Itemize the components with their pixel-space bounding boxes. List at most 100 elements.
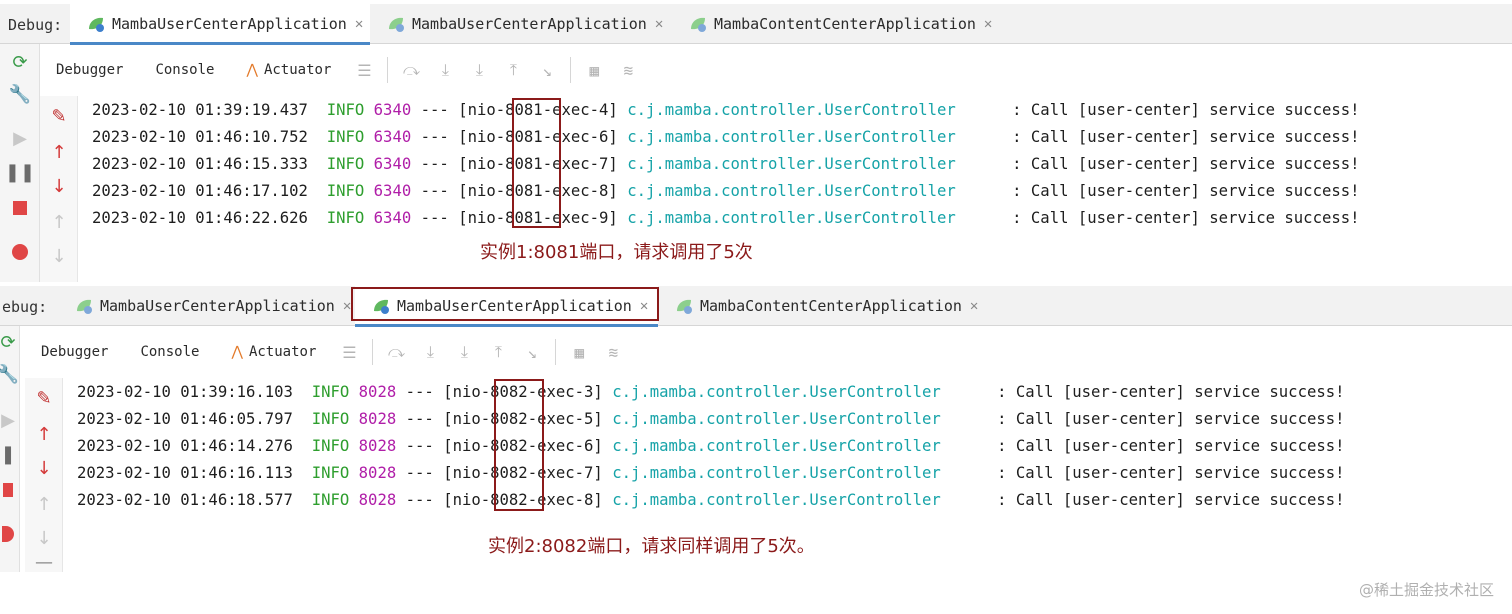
divider <box>372 339 374 365</box>
tab-user-center-1[interactable]: MambaUserCenterApplication ✕ <box>58 286 354 326</box>
rerun-icon[interactable]: ⟳ <box>8 50 32 74</box>
divider <box>387 57 389 83</box>
evaluate-icon[interactable]: ▦ <box>577 61 611 80</box>
run-to-cursor-icon[interactable]: ↘ <box>530 61 564 80</box>
log-line: 2023-02-10 01:46:16.113 INFO 8028 --- [n… <box>77 461 1345 485</box>
log-level: INFO <box>326 209 365 227</box>
log-spacer <box>618 155 627 173</box>
stop-icon[interactable] <box>0 478 20 502</box>
tab-actuator[interactable]: ⋀ Actuator <box>215 330 332 374</box>
tab-label: MambaUserCenterApplication <box>412 15 647 33</box>
log-level: INFO <box>311 383 350 401</box>
menu-icon[interactable]: ☰ <box>347 61 381 80</box>
step-into-icon[interactable]: ⤓ <box>428 60 462 80</box>
wrench-icon[interactable]: 🔧 <box>0 362 20 386</box>
resume-icon[interactable]: ▶ <box>0 408 20 432</box>
close-icon[interactable]: ✕ <box>970 298 978 314</box>
up-arrow-icon[interactable]: ↑ <box>32 422 56 446</box>
actuator-icon: ⋀ <box>231 344 243 360</box>
tab-content-center[interactable]: MambaContentCenterApplication ✕ <box>672 4 1002 44</box>
debug-side-toolbar: ⟳ 🔧 ▶ ❚ <box>0 326 20 572</box>
pause-icon[interactable]: ❚ <box>0 442 20 466</box>
down-arrow-icon[interactable]: ↓ <box>47 174 71 198</box>
step-out-icon[interactable]: ⤒ <box>481 342 515 362</box>
log-message: : Call [user-center] service success! <box>1012 182 1360 200</box>
log-spacer <box>349 383 358 401</box>
evaluate-icon[interactable]: ▦ <box>562 343 596 362</box>
log-spacer <box>603 464 612 482</box>
console-gutter: ✎ ↑ ↓ ↑ ↓ <box>40 96 78 282</box>
tab-content-center[interactable]: MambaContentCenterApplication ✕ <box>658 286 988 326</box>
trace-icon[interactable]: ≋ <box>611 61 645 80</box>
down-arrow-icon[interactable]: ↓ <box>32 526 56 550</box>
tab-user-center-1[interactable]: MambaUserCenterApplication ✕ <box>70 4 370 45</box>
log-line: 2023-02-10 01:46:10.752 INFO 6340 --- [n… <box>92 125 1360 149</box>
debug-label: ebug: <box>2 298 48 316</box>
resume-icon[interactable]: ▶ <box>8 126 32 150</box>
log-spacer <box>603 491 612 509</box>
log-spacer <box>349 410 358 428</box>
tab-console[interactable]: Console <box>139 48 231 92</box>
log-spacer <box>941 437 997 455</box>
log-spacer <box>364 182 373 200</box>
log-spacer <box>449 128 458 146</box>
run-to-cursor-icon[interactable]: ↘ <box>515 343 549 362</box>
breakpoints-icon[interactable] <box>0 522 20 546</box>
pause-icon[interactable]: ❚❚ <box>5 160 35 184</box>
step-into-icon[interactable]: ⤓ <box>413 342 447 362</box>
menu-icon[interactable]: ☰ <box>332 343 366 362</box>
debugger-label: Debugger <box>56 62 124 78</box>
log-spacer <box>941 491 997 509</box>
log-spacer <box>364 155 373 173</box>
stop-icon[interactable] <box>8 196 32 220</box>
tab-debugger[interactable]: Debugger <box>40 48 139 92</box>
clear-icon[interactable]: ✎ <box>32 386 56 410</box>
down-arrow-icon[interactable]: ↓ <box>47 244 71 268</box>
log-pid: 8028 <box>358 437 397 455</box>
clear-icon[interactable]: ✎ <box>47 104 71 128</box>
up-arrow-icon[interactable]: ↑ <box>32 492 56 516</box>
log-spacer <box>941 464 997 482</box>
log-level: INFO <box>326 155 365 173</box>
step-over-icon[interactable]: ⤼ <box>394 60 428 80</box>
menu-icon[interactable]: — <box>32 550 56 574</box>
tab-user-center-2[interactable]: MambaUserCenterApplication ✕ <box>370 4 670 44</box>
console-output: 2023-02-10 01:39:19.437 INFO 6340 --- [n… <box>92 98 1492 228</box>
log-message: : Call [user-center] service success! <box>997 383 1345 401</box>
close-icon[interactable]: ✕ <box>343 298 351 314</box>
log-line: 2023-02-10 01:39:16.103 INFO 8028 --- [n… <box>77 380 1345 404</box>
log-timestamp: 2023-02-10 01:46:17.102 <box>92 182 308 200</box>
log-separator: --- <box>405 464 434 482</box>
tab-actuator[interactable]: ⋀ Actuator <box>230 48 347 92</box>
up-arrow-icon[interactable]: ↑ <box>47 140 71 164</box>
log-message: : Call [user-center] service success! <box>1012 128 1360 146</box>
close-icon[interactable]: ✕ <box>355 16 363 32</box>
force-step-into-icon[interactable]: ⤓ <box>447 342 481 362</box>
log-timestamp: 2023-02-10 01:39:16.103 <box>77 383 293 401</box>
breakpoints-icon[interactable] <box>8 240 32 264</box>
close-icon[interactable]: ✕ <box>984 16 992 32</box>
divider <box>555 339 557 365</box>
console-label: Console <box>140 344 200 360</box>
close-icon[interactable]: ✕ <box>655 16 663 32</box>
log-spacer <box>956 209 1012 227</box>
tab-console[interactable]: Console <box>124 330 216 374</box>
tab-debugger[interactable]: Debugger <box>25 330 124 374</box>
down-arrow-icon[interactable]: ↓ <box>32 456 56 480</box>
step-out-icon[interactable]: ⤒ <box>496 60 530 80</box>
log-timestamp: 2023-02-10 01:46:14.276 <box>77 437 293 455</box>
log-pid: 6340 <box>373 209 412 227</box>
trace-icon[interactable]: ≋ <box>596 343 630 362</box>
up-arrow-icon[interactable]: ↑ <box>47 210 71 234</box>
step-over-icon[interactable]: ⤼ <box>379 342 413 362</box>
log-pid: 6340 <box>373 101 412 119</box>
log-thread-prefix: [nio- <box>443 491 491 509</box>
log-message: : Call [user-center] service success! <box>1012 209 1360 227</box>
log-line: 2023-02-10 01:39:19.437 INFO 6340 --- [n… <box>92 98 1360 122</box>
log-separator: --- <box>420 209 449 227</box>
log-spacer <box>293 410 312 428</box>
force-step-into-icon[interactable]: ⤓ <box>462 60 496 80</box>
log-pid: 6340 <box>373 182 412 200</box>
wrench-icon[interactable]: 🔧 <box>8 82 32 106</box>
rerun-icon[interactable]: ⟳ <box>0 330 20 354</box>
